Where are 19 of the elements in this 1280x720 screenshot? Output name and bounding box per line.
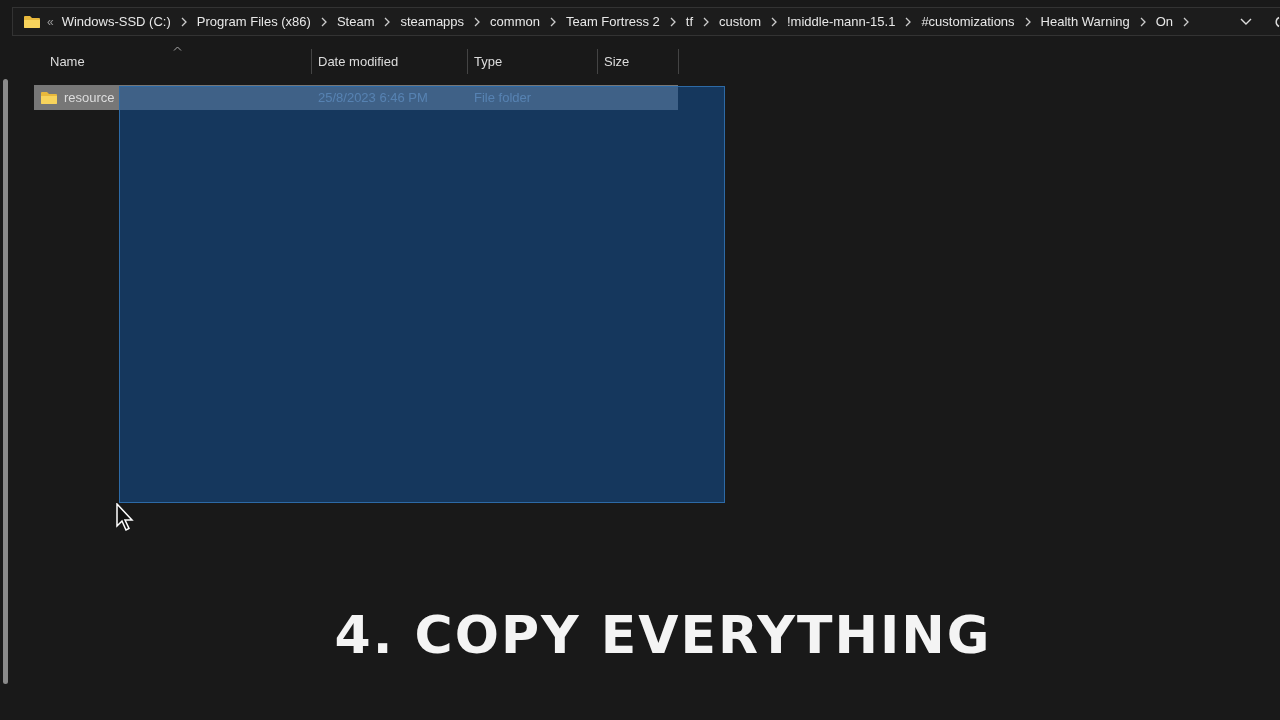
column-header[interactable]: Name <box>34 49 312 74</box>
breadcrumb[interactable]: Health Warning <box>1038 14 1132 29</box>
breadcrumb[interactable]: Windows-SSD (C:) <box>59 14 173 29</box>
column-header[interactable]: Size <box>598 49 679 74</box>
breadcrumb[interactable]: Program Files (x86) <box>194 14 313 29</box>
column-header[interactable]: Date modified <box>312 49 468 74</box>
breadcrumb[interactable]: !middle-mann-15.1 <box>785 14 898 29</box>
column-header[interactable]: Type <box>468 49 598 74</box>
breadcrumb[interactable]: common <box>488 14 542 29</box>
breadcrumb[interactable]: custom <box>717 14 763 29</box>
breadcrumb[interactable]: steamapps <box>398 14 467 29</box>
file-name: resource <box>64 90 115 105</box>
breadcrumb[interactable]: Steam <box>334 14 377 29</box>
overflow-chevron[interactable]: « <box>47 14 54 29</box>
caption: 4. COPY EVERYTHING <box>334 605 992 665</box>
breadcrumb[interactable]: tf <box>683 14 696 29</box>
breadcrumb[interactable]: On <box>1153 14 1176 29</box>
breadcrumb[interactable]: #customizations <box>919 14 1017 29</box>
breadcrumb[interactable]: Team Fortress 2 <box>563 14 662 29</box>
